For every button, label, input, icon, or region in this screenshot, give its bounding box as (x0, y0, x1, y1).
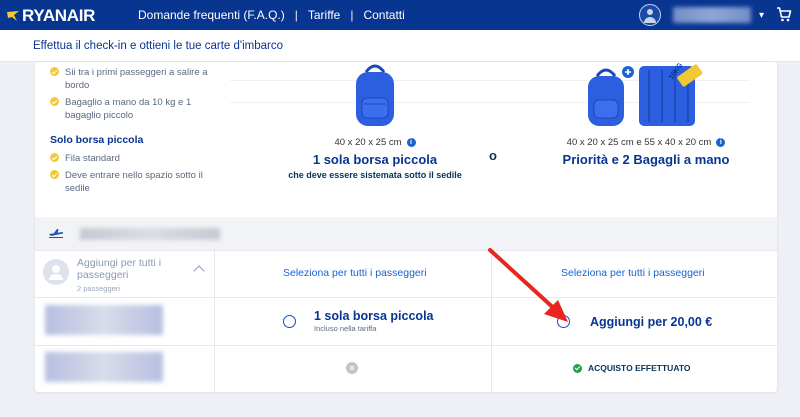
passenger-name-redacted (45, 352, 163, 382)
fare-benefits: Sii tra i primi passeggeri a salire a bo… (50, 66, 220, 199)
chevron-down-icon[interactable]: ▾ (759, 10, 764, 21)
bag-options-card: Sii tra i primi passeggeri a salire a bo… (35, 62, 777, 392)
small-bag-title: 1 sola borsa piccola (312, 152, 438, 167)
ryanair-harp-icon (7, 11, 19, 21)
username-redacted (673, 7, 751, 23)
benefit-item: Fila standard (50, 152, 220, 165)
benefit-item: Deve entrare nello spazio sotto il sedil… (50, 169, 220, 195)
divider (214, 250, 215, 392)
small-bag-radio[interactable] (283, 315, 296, 328)
included-in-fare-text: Incluso nella tariffa (314, 324, 377, 333)
check-icon (50, 170, 59, 179)
passenger-count: 2 passeggeri (77, 284, 120, 293)
dimension-text: 40 x 20 x 25 cm e 55 x 40 x 20 cm (566, 137, 712, 148)
priority-title: Priorità e 2 Bagagli a mano (562, 152, 730, 167)
ryanair-logo[interactable]: RYANAIR (6, 6, 95, 26)
small-bag-subtitle: che deve essere sistemata sotto il sedil… (288, 170, 462, 180)
benefit-text: Deve entrare nello spazio sotto il sedil… (65, 170, 203, 194)
main-nav: Domande frequenti (F.A.Q.) | Tariffe | C… (138, 8, 405, 22)
benefit-text: Sii tra i primi passeggeri a salire a bo… (65, 67, 208, 91)
brand-name: RYANAIR (22, 6, 96, 25)
divider (35, 297, 777, 298)
small-bag-section-title: Solo borsa piccola (50, 134, 144, 146)
divider (35, 250, 777, 251)
select-all-small-bag-link[interactable]: Seleziona per tutti i passeggeri (283, 267, 427, 279)
group-icon (43, 259, 69, 285)
benefit-text: Bagaglio a mano da 10 kg e 1 bagaglio pi… (65, 97, 192, 121)
priority-radio[interactable] (557, 315, 570, 328)
options-or-mark: o (489, 148, 497, 163)
option-priority: 40 x 20 x 25 cm e 55 x 40 x 20 cm i Prio… (515, 62, 777, 167)
close-icon: × (346, 362, 358, 374)
nav-separator: | (294, 8, 298, 22)
page-title: Effettua il check-in e ottieni le tue ca… (33, 40, 284, 52)
nav-tariffs-link[interactable]: Tariffe (308, 8, 340, 22)
cart-icon[interactable] (776, 7, 792, 22)
purchase-status: ACQUISTO EFFETTUATO (573, 363, 690, 373)
add-for-all-passengers[interactable]: Aggiungi per tutti i passeggeri 2 passeg… (43, 257, 213, 295)
add-for-all-label: Aggiungi per tutti i passeggeri (77, 257, 162, 281)
info-icon[interactable]: i (716, 138, 726, 147)
check-icon (50, 153, 59, 162)
flight-details-redacted (80, 228, 220, 240)
benefit-item: Sii tra i primi passeggeri a salire a bo… (50, 66, 220, 92)
dimension-text: 40 x 20 x 25 cm (334, 137, 402, 148)
divider (491, 250, 492, 392)
small-bag-option-label[interactable]: 1 sola borsa piccola (314, 309, 434, 323)
nav-contacts-link[interactable]: Contatti (363, 8, 404, 22)
check-icon (50, 97, 59, 106)
check-icon (50, 67, 59, 76)
purchase-status-text: ACQUISTO EFFETTUATO (588, 363, 691, 373)
select-all-priority-link[interactable]: Seleziona per tutti i passeggeri (561, 267, 705, 279)
divider (35, 345, 777, 346)
check-icon (573, 363, 582, 373)
add-priority-price-label[interactable]: Aggiungi per 20,00 € (590, 315, 712, 329)
account-menu[interactable]: ▾ (639, 4, 764, 26)
info-icon[interactable]: i (406, 138, 416, 147)
priority-dimensions: 40 x 20 x 25 cm e 55 x 40 x 20 cm i (567, 137, 726, 148)
page-subheader: Effettua il check-in e ottieni le tue ca… (0, 30, 800, 62)
benefit-item: Bagaglio a mano da 10 kg e 1 bagaglio pi… (50, 96, 220, 122)
nav-separator: | (350, 8, 354, 22)
top-navigation-bar: RYANAIR Domande frequenti (F.A.Q.) | Tar… (0, 0, 800, 30)
passenger-name-redacted (45, 305, 163, 335)
plane-icon (49, 229, 63, 238)
nav-faq-link[interactable]: Domande frequenti (F.A.Q.) (138, 8, 285, 22)
small-bag-dimensions: 40 x 20 x 25 cm i (334, 137, 416, 148)
backpack-icon (356, 64, 394, 126)
suitcase-icon (588, 64, 703, 126)
option-small-bag: 40 x 20 x 25 cm i 1 sola borsa piccola c… (245, 62, 505, 180)
flight-info-strip (35, 217, 777, 250)
benefit-text: Fila standard (65, 153, 120, 164)
user-avatar-icon[interactable] (639, 4, 661, 26)
